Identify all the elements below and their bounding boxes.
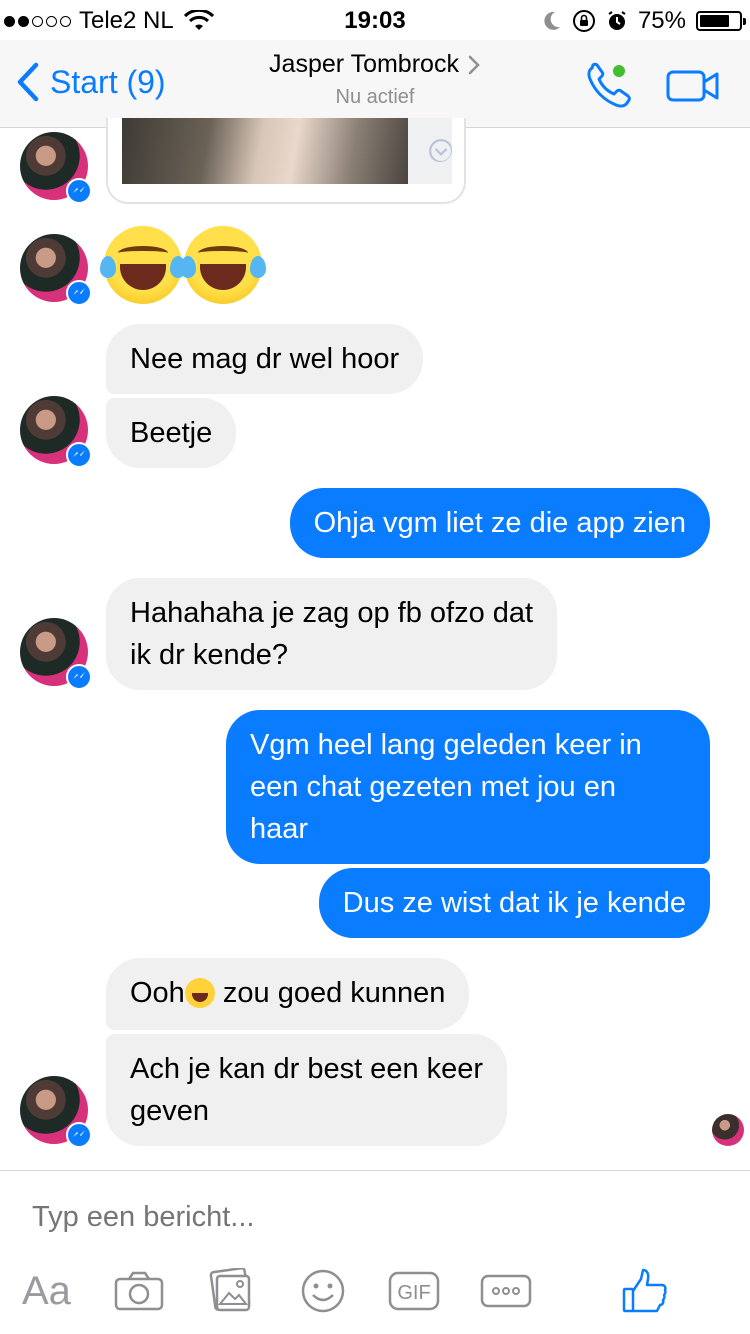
image-gallery-icon bbox=[209, 1268, 251, 1312]
chevron-right-icon bbox=[468, 55, 480, 74]
rotation-lock-icon bbox=[572, 10, 595, 32]
photo-message[interactable] bbox=[106, 118, 466, 204]
gif-label: GIF bbox=[397, 1282, 430, 1304]
incoming-message-bubble[interactable]: Hahahaha je zag op fb ofzo dat ik dr ken… bbox=[106, 578, 558, 690]
alarm-clock-icon bbox=[608, 11, 626, 30]
message-text-line: Ach je kan dr best een keer bbox=[130, 1053, 484, 1085]
photo-gallery-button[interactable] bbox=[206, 1265, 256, 1317]
thumbs-up-icon bbox=[622, 1268, 667, 1313]
message-composer: Aa bbox=[0, 1170, 750, 1334]
messenger-badge-icon bbox=[66, 178, 92, 204]
video-call-button[interactable] bbox=[666, 70, 720, 107]
composer-toolbar: Aa GIF bbox=[0, 1265, 750, 1317]
contact-title[interactable]: Jasper Tombrock bbox=[0, 50, 750, 79]
voice-call-button[interactable] bbox=[584, 62, 636, 115]
outgoing-message-bubble[interactable]: Dus ze wist dat ik je kende bbox=[318, 868, 710, 938]
message-text-line: ik dr kende? bbox=[130, 639, 288, 671]
incoming-message-bubble[interactable]: Nee mag dr wel hoor bbox=[106, 324, 424, 394]
outgoing-message-bubble[interactable]: Ohja vgm liet ze die app zien bbox=[289, 488, 710, 558]
conversation-header: Start (9) Jasper Tombrock Nu actief bbox=[0, 40, 750, 128]
contact-avatar[interactable] bbox=[20, 132, 92, 204]
contact-name: Jasper Tombrock bbox=[269, 50, 459, 78]
message-text-line: een chat gezeten met jou en bbox=[250, 771, 616, 803]
video-camera-icon bbox=[666, 70, 719, 102]
camera-icon bbox=[114, 1271, 164, 1311]
messenger-badge-icon bbox=[66, 1122, 92, 1148]
do-not-disturb-moon-icon bbox=[544, 11, 560, 30]
more-options-button[interactable] bbox=[480, 1265, 532, 1317]
online-indicator bbox=[613, 65, 625, 77]
gif-icon: GIF bbox=[388, 1271, 440, 1311]
message-text: Ohja vgm liet ze die app zien bbox=[313, 507, 686, 539]
contact-avatar[interactable] bbox=[20, 618, 92, 690]
camera-button[interactable] bbox=[112, 1265, 166, 1317]
message-text-line: Hahahaha je zag op fb ofzo dat bbox=[130, 597, 534, 629]
battery-icon bbox=[696, 11, 746, 31]
sticker-button[interactable] bbox=[300, 1265, 346, 1317]
messenger-badge-icon bbox=[66, 664, 92, 690]
message-text: Beetje bbox=[130, 417, 213, 449]
incoming-message-bubble[interactable]: Ooh zou goed kunnen bbox=[106, 958, 470, 1030]
chevron-down-icon[interactable] bbox=[428, 138, 452, 162]
like-button[interactable] bbox=[620, 1265, 670, 1317]
laughing-tears-emoji-icon bbox=[180, 226, 266, 304]
message-text: Nee mag dr wel hoor bbox=[130, 343, 400, 375]
battery-percent: 75% bbox=[637, 7, 686, 34]
message-text-line: Vgm heel lang geleden keer in bbox=[250, 729, 642, 761]
contact-avatar[interactable] bbox=[20, 234, 92, 306]
message-text: Ooh bbox=[130, 977, 185, 1009]
message-text: Dus ze wist dat ik je kende bbox=[342, 887, 686, 919]
more-dots-icon bbox=[480, 1274, 532, 1308]
phone-icon bbox=[587, 62, 631, 108]
text-format-button[interactable]: Aa bbox=[22, 1265, 71, 1317]
message-text: zou goed kunnen bbox=[214, 977, 446, 1009]
status-right: 75% bbox=[542, 7, 746, 35]
laughing-tears-emoji-icon bbox=[100, 226, 186, 304]
outgoing-message-bubble[interactable]: Vgm heel lang geleden keer in een chat g… bbox=[226, 710, 710, 864]
messenger-badge-icon bbox=[66, 442, 92, 468]
contact-status: Nu actief bbox=[335, 86, 415, 108]
contact-avatar[interactable] bbox=[20, 1076, 92, 1148]
incoming-message-bubble[interactable]: Ach je kan dr best een keer geven bbox=[106, 1034, 508, 1146]
aa-label: Aa bbox=[22, 1268, 71, 1313]
shared-photo bbox=[122, 118, 408, 184]
message-input[interactable] bbox=[32, 1201, 712, 1234]
status-bar: Tele2 NL 19:03 75% bbox=[0, 0, 750, 40]
contact-avatar[interactable] bbox=[20, 396, 92, 468]
message-text-line: geven bbox=[130, 1095, 210, 1127]
incoming-message-bubble[interactable]: Beetje bbox=[106, 398, 237, 468]
smiley-icon bbox=[301, 1269, 345, 1313]
messenger-badge-icon bbox=[66, 280, 92, 306]
gif-button[interactable]: GIF bbox=[388, 1265, 440, 1317]
laughing-tears-emoji-icon bbox=[184, 978, 215, 1008]
message-text-line: haar bbox=[250, 813, 309, 845]
seen-indicator-avatar bbox=[712, 1114, 744, 1146]
